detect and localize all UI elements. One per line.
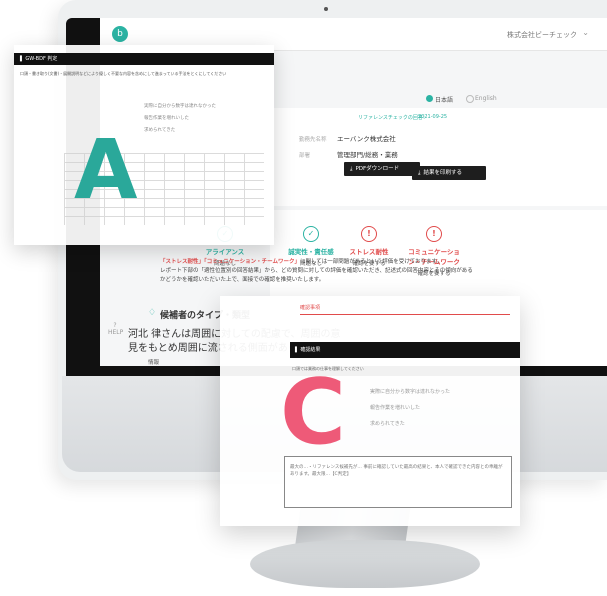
document-c: 確認事項 ▌ 確認結果 口頭では業務の仕事を理解してください 実際に自分から数字… — [220, 296, 520, 526]
category-title: アライアンス — [205, 248, 245, 256]
company-label: 勤務先名称 — [299, 137, 327, 143]
category-title: ストレス耐性 — [349, 248, 389, 256]
lang-radio-ja[interactable] — [426, 95, 433, 102]
summary-notes: 「ストレス耐性」「コミュニケーション・チームワーク」に関しては一部問題があるとい… — [160, 258, 510, 285]
grade-c-letter: C — [280, 360, 347, 465]
help-button[interactable]: ? HELP — [108, 322, 124, 336]
pdf-download-label: PDFダウンロード — [355, 166, 400, 172]
doc-a-header: ▌ GW-BDF 判定 — [14, 53, 274, 65]
doc-a-option: 実際に自分から数字は達れなかった — [144, 104, 216, 109]
doc-a-option: 求められてきた — [144, 128, 176, 133]
camera-dot — [324, 7, 328, 11]
dept-label: 部署 — [299, 153, 311, 159]
dept-value: 管理部門/総務・業務 — [337, 151, 398, 159]
notes-text3: かどうかを確認いただいた上で、面接での確認を推奨いたします。 — [160, 277, 325, 283]
candidate-card — [270, 108, 607, 206]
lang-option-en[interactable]: English — [475, 95, 497, 102]
doc-c-divider — [300, 314, 510, 315]
download-icon: ⤓ — [350, 166, 353, 172]
print-icon: ⤓ — [418, 170, 421, 176]
row-label: 情報 — [148, 360, 160, 366]
alert-icon: ! — [426, 226, 442, 242]
doc-c-option: 実際に自分から数字は達れなかった — [370, 389, 451, 395]
lang-option-ja[interactable]: 日本語 — [435, 95, 453, 104]
help-icon: ? — [113, 322, 117, 329]
notes-text2: レポート下部の「適性位置別の回答結果」から、どの質問に対しての評価を確認いただき… — [160, 268, 473, 274]
document-a: ▌ GW-BDF 判定 口頭・書き取り(文書)・展開説明などにより優しく不要な内… — [14, 45, 274, 245]
print-results-label: 結果を印刷する — [423, 170, 462, 176]
doc-c-option: 報告作業を増れいした — [370, 405, 421, 411]
lang-radio-en[interactable] — [466, 95, 474, 103]
notes-text1: に関しては一部問題があるという評価を受けております。 — [299, 259, 442, 265]
notes-highlight: 「ストレス耐性」「コミュニケーション・チームワーク」 — [160, 259, 300, 265]
help-label: HELP — [108, 329, 124, 336]
lightbulb-icon: ♢ — [148, 308, 157, 318]
doc-c-header: 確認事項 — [300, 305, 321, 311]
doc-c-note: 最大の…・リファレンス候補先が… 事前に確認していた最高の結果と、本人で確認でき… — [290, 465, 503, 477]
company-value: エーバンク株式会社 — [337, 135, 396, 143]
pdf-download-button[interactable]: ⤓ PDFダウンロード — [344, 162, 420, 176]
reference-date: 2021-09-25 — [418, 114, 448, 120]
chevron-down-icon[interactable]: ⌄ — [582, 28, 589, 37]
grade-a-letter: A — [74, 123, 138, 218]
doc-c-bar: ▌ 確認結果 — [290, 342, 520, 358]
category-title: 誠実性・責任感 — [288, 248, 334, 256]
alert-icon: ! — [361, 226, 377, 242]
doc-c-option: 求められてきた — [370, 421, 405, 427]
doc-a-option: 報告作業を増れいした — [144, 116, 189, 121]
app-logo[interactable]: b — [112, 26, 128, 42]
print-results-button[interactable]: ⤓ 結果を印刷する — [412, 166, 486, 180]
check-icon: ✓ — [303, 226, 319, 242]
doc-a-subtitle: 口頭・書き取り(文書)・展開説明などにより優しく不要な内容を含めにして進まってい… — [20, 71, 227, 76]
company-menu[interactable]: 株式会社ビーチェック — [507, 30, 577, 40]
monitor-stand-base — [250, 540, 480, 588]
